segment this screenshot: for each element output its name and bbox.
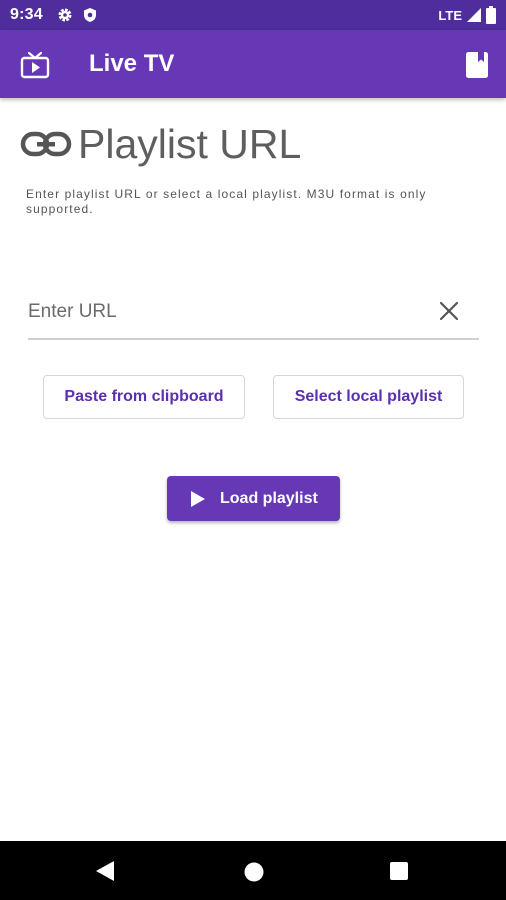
status-bar: 9:34 LTE xyxy=(0,0,506,30)
system-nav-bar xyxy=(0,841,506,900)
play-icon xyxy=(191,490,205,507)
settings-icon xyxy=(58,8,72,22)
select-local-playlist-label: Select local playlist xyxy=(294,388,443,405)
load-playlist-button[interactable]: Load playlist xyxy=(167,476,340,521)
app-bar: Live TV xyxy=(0,30,506,98)
shield-icon xyxy=(83,8,96,22)
section-heading: Playlist URL xyxy=(20,119,301,169)
book-icon[interactable] xyxy=(466,52,488,78)
link-icon xyxy=(20,131,72,157)
app-title: Live TV xyxy=(89,50,175,77)
status-notification-icons xyxy=(57,7,97,23)
load-playlist-label: Load playlist xyxy=(220,489,318,507)
tv-icon[interactable] xyxy=(20,51,50,79)
battery-icon xyxy=(486,6,496,24)
status-system-icons: LTE xyxy=(438,6,496,24)
url-input[interactable] xyxy=(28,294,428,330)
recents-icon[interactable] xyxy=(390,862,408,880)
page-title: Playlist URL xyxy=(78,121,302,167)
signal-icon xyxy=(467,8,481,22)
network-type-label: LTE xyxy=(438,7,462,23)
status-time: 9:34 xyxy=(10,6,43,23)
paste-from-clipboard-label: Paste from clipboard xyxy=(64,388,224,405)
playlist-description: Enter playlist URL or select a local pla… xyxy=(26,187,427,216)
select-local-playlist-button[interactable]: Select local playlist xyxy=(273,375,464,419)
back-icon[interactable] xyxy=(95,860,115,882)
close-icon[interactable] xyxy=(438,300,460,322)
url-field xyxy=(28,288,479,340)
home-icon[interactable] xyxy=(244,862,264,882)
paste-from-clipboard-button[interactable]: Paste from clipboard xyxy=(43,375,245,419)
